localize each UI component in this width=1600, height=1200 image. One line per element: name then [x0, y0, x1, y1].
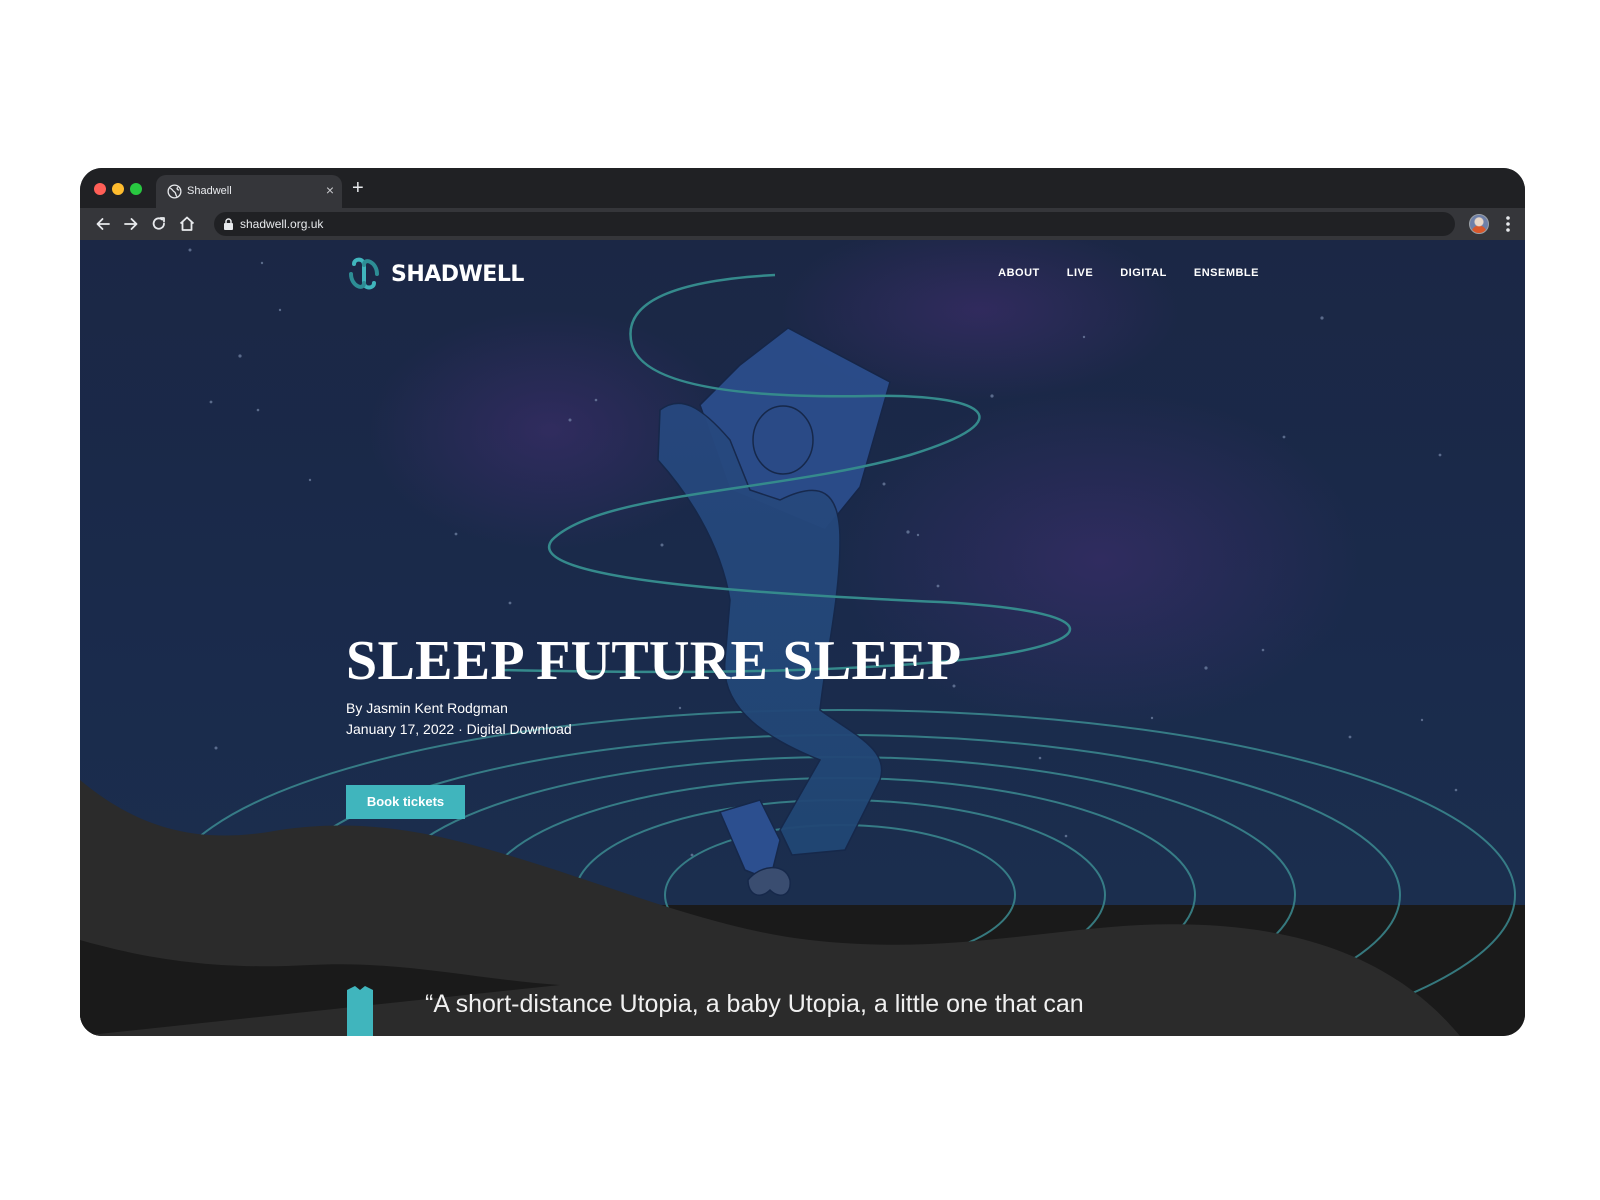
new-tab-button[interactable]: +	[352, 178, 364, 198]
browser-window: Shadwell × + shadwell.org.uk SHADWELL AB…	[80, 168, 1525, 1036]
nav-about[interactable]: ABOUT	[998, 267, 1040, 279]
event-date: January 17, 2022	[346, 721, 455, 737]
back-arrow-icon[interactable]	[93, 214, 113, 234]
browser-tab[interactable]: Shadwell ×	[156, 175, 342, 208]
close-window-button[interactable]	[94, 183, 106, 195]
main-nav: ABOUT LIVE DIGITAL ENSEMBLE	[998, 267, 1259, 279]
maximize-window-button[interactable]	[130, 183, 142, 195]
tab-bar: Shadwell × +	[80, 168, 1525, 208]
nav-ensemble[interactable]: ENSEMBLE	[1194, 267, 1259, 279]
pull-quote: “A short-distance Utopia, a baby Utopia,…	[425, 990, 1084, 1018]
more-menu-icon[interactable]	[1505, 215, 1511, 233]
event-meta: January 17, 2022 · Digital Download	[346, 721, 572, 737]
event-format: Digital Download	[466, 721, 572, 737]
web-page: SHADWELL ABOUT LIVE DIGITAL ENSEMBLE SLE…	[80, 240, 1525, 1036]
nav-live[interactable]: LIVE	[1067, 267, 1093, 279]
home-icon[interactable]	[177, 214, 197, 234]
lock-icon	[224, 218, 233, 230]
minimize-window-button[interactable]	[112, 183, 124, 195]
meta-separator: ·	[458, 721, 463, 737]
nav-digital[interactable]: DIGITAL	[1120, 267, 1167, 279]
page-title: SLEEP FUTURE SLEEP	[346, 630, 962, 692]
tab-title: Shadwell	[187, 185, 232, 197]
profile-avatar[interactable]	[1469, 214, 1489, 234]
address-bar[interactable]: shadwell.org.uk	[214, 212, 1455, 236]
quote-mark-icon	[347, 986, 373, 1036]
browser-toolbar: shadwell.org.uk	[80, 208, 1525, 240]
url-text: shadwell.org.uk	[240, 217, 324, 231]
logo-wordmark: SHADWELL	[391, 262, 524, 287]
shadwell-logo-icon	[349, 257, 379, 290]
tab-close-icon[interactable]: ×	[326, 183, 334, 197]
book-tickets-button[interactable]: Book tickets	[346, 785, 465, 819]
globe-icon	[167, 184, 182, 199]
forward-arrow-icon[interactable]	[121, 214, 141, 234]
byline: By Jasmin Kent Rodgman	[346, 700, 508, 716]
reload-icon[interactable]	[149, 214, 169, 234]
